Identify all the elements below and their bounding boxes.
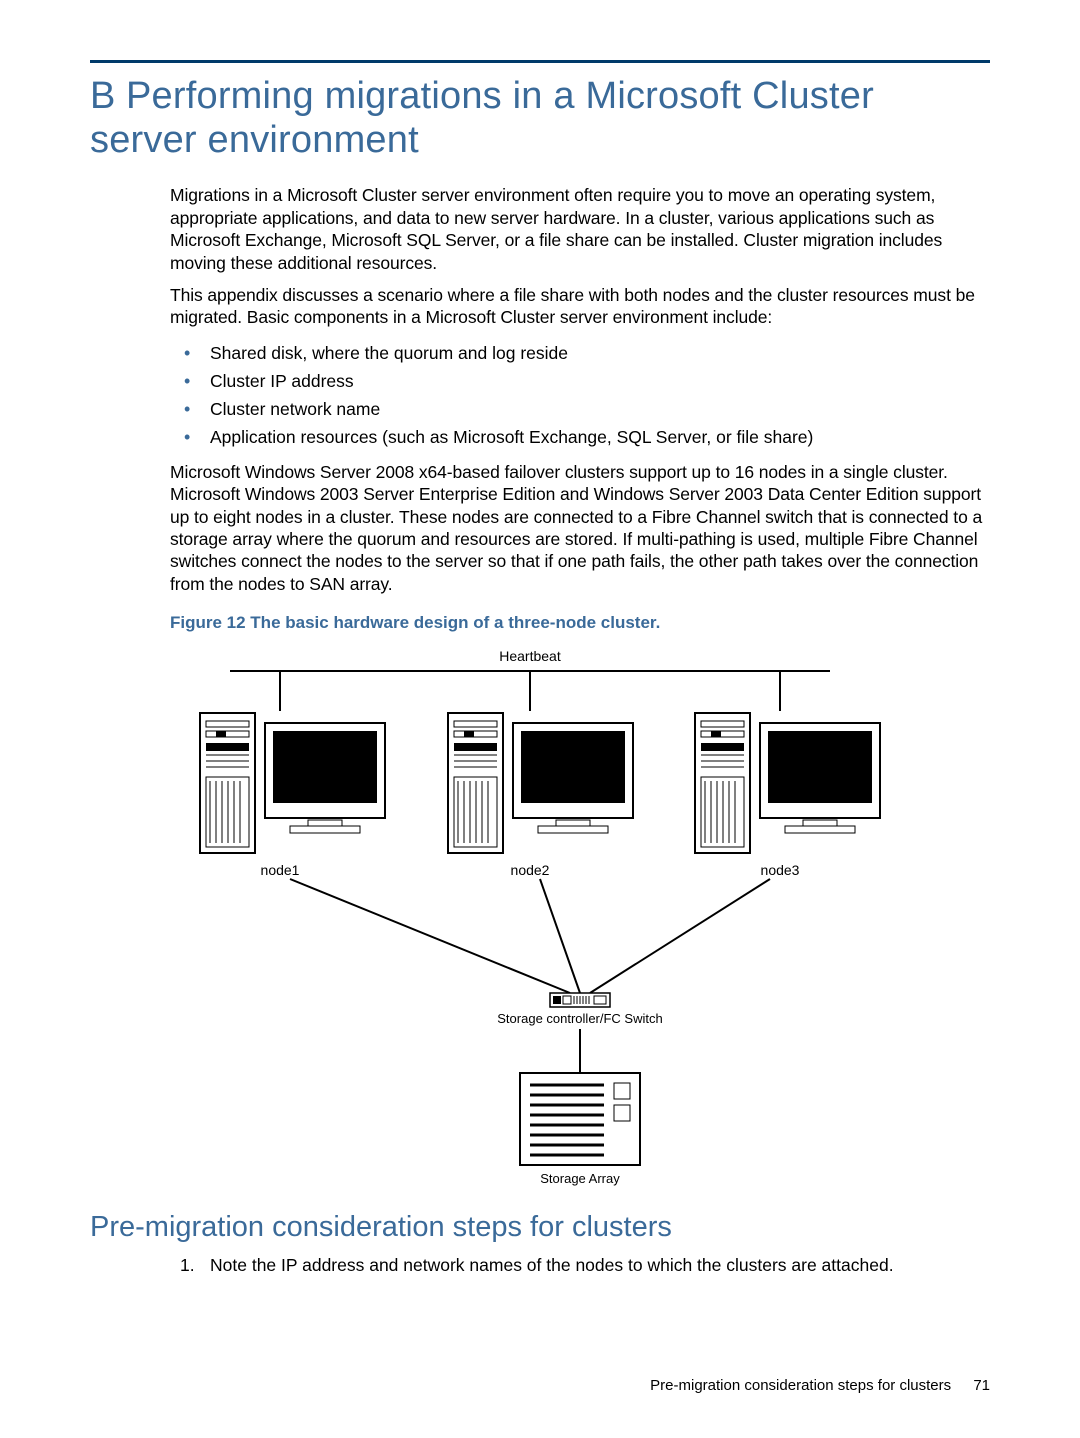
list-item: Cluster network name bbox=[170, 395, 990, 423]
list-item: Application resources (such as Microsoft… bbox=[170, 423, 990, 451]
footer-text: Pre-migration consideration steps for cl… bbox=[650, 1377, 951, 1394]
page-footer: Pre-migration consideration steps for cl… bbox=[650, 1377, 990, 1394]
list-item: Note the IP address and network names of… bbox=[170, 1254, 990, 1278]
appendix-title: BPerforming migrations in a Microsoft Cl… bbox=[90, 75, 990, 162]
storage-array-icon bbox=[520, 1073, 640, 1165]
heartbeat-label: Heartbeat bbox=[499, 648, 561, 664]
list-item: Cluster IP address bbox=[170, 367, 990, 395]
appendix-title-text: Performing migrations in a Microsoft Clu… bbox=[90, 75, 874, 161]
node3-label: node3 bbox=[761, 862, 800, 878]
paragraph-3: Microsoft Windows Server 2008 x64-based … bbox=[170, 461, 990, 595]
node2-group bbox=[448, 713, 633, 853]
figure-caption: Figure 12 The basic hardware design of a… bbox=[170, 613, 990, 633]
paragraph-2: This appendix discusses a scenario where… bbox=[170, 284, 990, 329]
node1-group bbox=[200, 713, 385, 853]
steps-list: Note the IP address and network names of… bbox=[170, 1254, 990, 1278]
paragraph-1: Migrations in a Microsoft Cluster server… bbox=[170, 184, 990, 274]
node3-group bbox=[695, 713, 880, 853]
node2-label: node2 bbox=[511, 862, 550, 878]
node1-label: node1 bbox=[261, 862, 300, 878]
list-item: Shared disk, where the quorum and log re… bbox=[170, 339, 990, 367]
component-list: Shared disk, where the quorum and log re… bbox=[170, 339, 990, 451]
switch-label: Storage controller/FC Switch bbox=[497, 1011, 662, 1026]
figure-diagram: Heartbeat bbox=[170, 643, 890, 1193]
section-title: Pre-migration consideration steps for cl… bbox=[90, 1211, 990, 1244]
top-rule bbox=[90, 60, 990, 63]
appendix-letter: B bbox=[90, 75, 126, 119]
array-label: Storage Array bbox=[540, 1171, 620, 1186]
page-number: 71 bbox=[973, 1377, 990, 1394]
